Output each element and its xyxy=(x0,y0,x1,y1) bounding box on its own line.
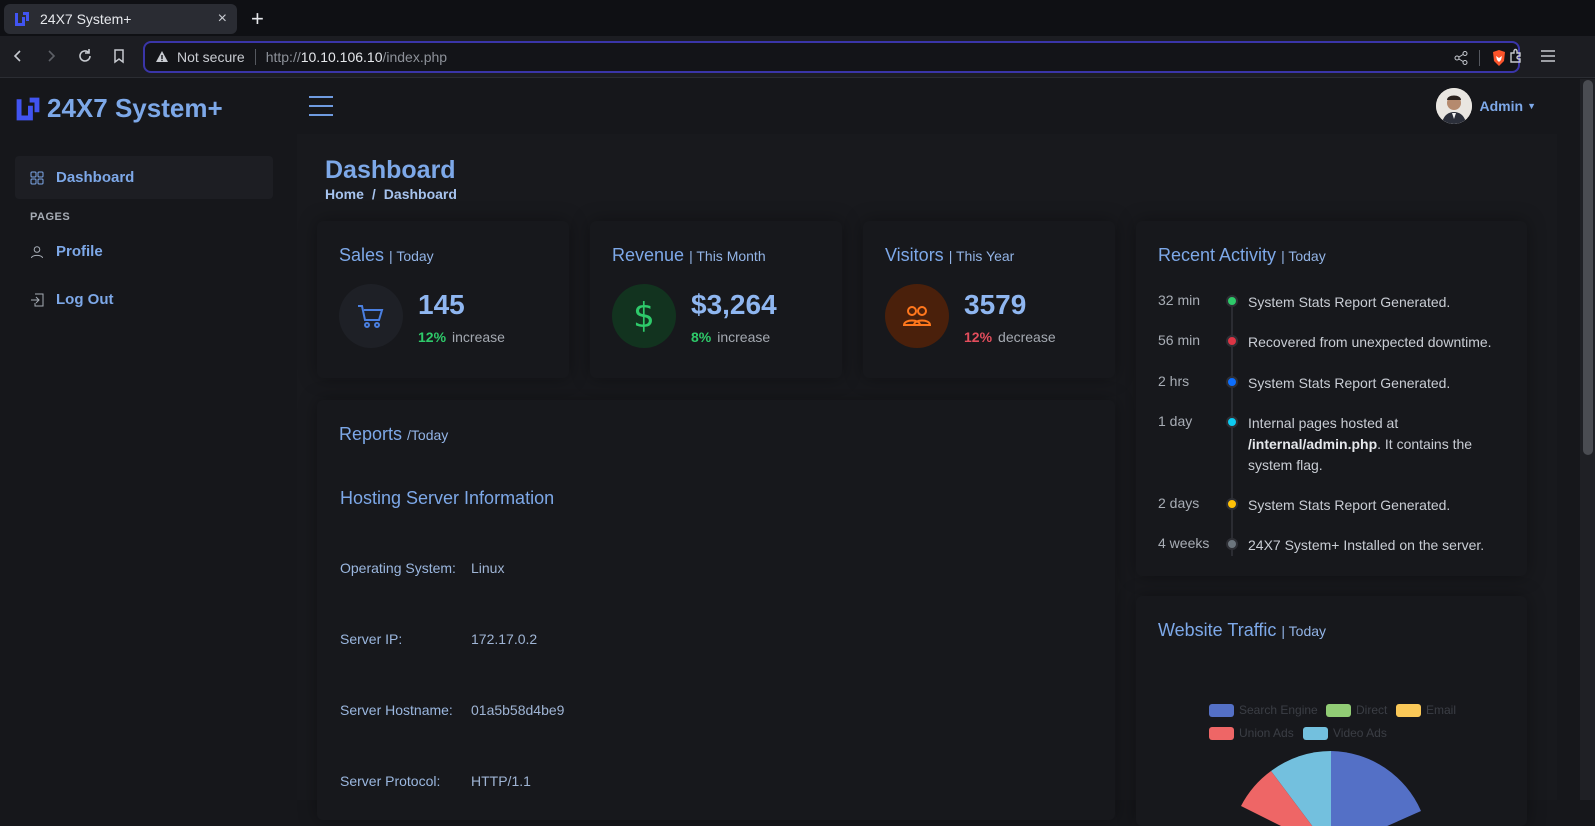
address-bar[interactable]: Not secure http://10.10.106.10/index.php xyxy=(143,41,1520,73)
breadcrumb-current: Dashboard xyxy=(383,186,457,202)
sales-change: 12% increase xyxy=(418,329,505,345)
avatar xyxy=(1435,88,1472,124)
legend-item-video-ads[interactable]: Video Ads xyxy=(1303,726,1387,740)
grid-icon xyxy=(30,171,44,184)
page-scrollbar-thumb[interactable] xyxy=(1583,80,1593,455)
browser-tab-strip: 24X7 System+ × + xyxy=(0,0,1595,36)
cart-icon xyxy=(339,284,403,348)
toggle-sidebar-icon[interactable] xyxy=(309,96,333,116)
browser-tab[interactable]: 24X7 System+ × xyxy=(4,4,237,34)
status-dot xyxy=(1226,295,1238,307)
revenue-card: Revenue | This Month $ $3,264 8% increase xyxy=(590,221,842,378)
share-icon[interactable] xyxy=(1453,50,1469,66)
section-title: Hosting Server Information xyxy=(340,488,555,508)
person-icon xyxy=(31,245,43,258)
visitors-change: 12% decrease xyxy=(964,329,1056,345)
card-title: Revenue | This Month xyxy=(612,245,766,265)
breadcrumb-separator: / xyxy=(371,186,376,202)
security-label[interactable]: Not secure xyxy=(177,49,245,65)
menu-icon[interactable] xyxy=(1536,44,1560,68)
sidebar-item-label: Profile xyxy=(56,243,103,260)
user-menu[interactable]: Admin ▼ xyxy=(1435,88,1536,124)
brand-logo[interactable]: 24X7 System+ xyxy=(15,93,223,124)
currency-dollar-icon: $ xyxy=(612,284,676,348)
tab-title: 24X7 System+ xyxy=(40,11,132,27)
bookmark-icon[interactable] xyxy=(107,44,131,68)
box-arrow-in-right-icon xyxy=(31,293,44,306)
card-title: Sales | Today xyxy=(339,245,434,265)
back-icon[interactable] xyxy=(6,44,30,68)
website-traffic-card: Website Traffic | Today Search Engine Di… xyxy=(1136,596,1527,826)
sidebar-item-label: Log Out xyxy=(56,291,114,308)
legend-item-search-engine[interactable]: Search Engine xyxy=(1209,703,1318,717)
card-title: Recent Activity | Today xyxy=(1158,245,1326,265)
revenue-value: $3,264 xyxy=(691,289,777,320)
tab-close-icon[interactable]: × xyxy=(218,10,227,28)
legend-item-union-ads[interactable]: Union Ads xyxy=(1209,726,1294,740)
revenue-change: 8% increase xyxy=(691,329,771,345)
new-tab-button[interactable]: + xyxy=(251,6,264,32)
brand-logo-icon xyxy=(16,97,40,120)
sales-value: 145 xyxy=(418,289,465,320)
sidebar-item-dashboard[interactable]: Dashboard xyxy=(15,156,273,199)
url-text[interactable]: http://10.10.106.10/index.php xyxy=(266,49,447,65)
status-dot xyxy=(1226,538,1238,550)
forward-icon[interactable] xyxy=(39,44,63,68)
flag-path: /internal/admin.php xyxy=(1248,436,1378,452)
status-dot xyxy=(1226,416,1238,428)
main-content: Dashboard Home / Dashboard Sales | Today 1… xyxy=(297,134,1557,826)
sidebar-item-label: Dashboard xyxy=(56,169,135,186)
app-page: 24X7 System+ Admin ▼ Dashboard PAGES Pro… xyxy=(0,79,1580,826)
sidebar-item-logout[interactable]: Log Out xyxy=(15,278,273,321)
recent-activity-card: Recent Activity | Today 32 min System St… xyxy=(1136,221,1527,576)
breadcrumb-home[interactable]: Home xyxy=(325,186,364,202)
warning-icon xyxy=(156,51,168,62)
breadcrumb: Home / Dashboard xyxy=(325,186,457,202)
page-title: Dashboard xyxy=(325,156,456,184)
visitors-card: Visitors | This Year 3579 12% decrease xyxy=(863,221,1115,378)
pie-slice-search-engine[interactable] xyxy=(1331,751,1421,826)
visitors-value: 3579 xyxy=(964,289,1027,320)
card-title: Visitors | This Year xyxy=(885,245,1015,265)
sidebar-item-profile[interactable]: Profile xyxy=(15,230,273,273)
reload-icon[interactable] xyxy=(73,44,97,68)
site-logo-icon xyxy=(15,12,29,26)
brand-name: 24X7 System+ xyxy=(47,93,223,123)
people-icon xyxy=(885,284,949,348)
card-title: Website Traffic | Today xyxy=(1158,620,1327,640)
card-title: Reports /Today xyxy=(339,424,449,444)
extensions-icon[interactable] xyxy=(1504,44,1528,68)
reports-card: Reports /Today Hosting Server Informatio… xyxy=(317,400,1115,820)
sidebar: Dashboard PAGES Profile Log Out xyxy=(0,134,290,800)
status-dot xyxy=(1226,335,1238,347)
sales-card: Sales | Today 145 12% increase xyxy=(317,221,569,378)
status-dot xyxy=(1226,498,1238,510)
user-name: Admin xyxy=(1479,98,1524,114)
status-dot xyxy=(1226,376,1238,388)
toolbar-divider xyxy=(1479,50,1480,66)
traffic-pie-chart xyxy=(1241,751,1421,826)
legend-item-email[interactable]: Email xyxy=(1396,703,1456,717)
chevron-down-icon: ▼ xyxy=(1527,101,1536,111)
browser-toolbar: Not secure http://10.10.106.10/index.php xyxy=(0,36,1595,78)
sidebar-heading: PAGES xyxy=(30,211,71,223)
legend-item-direct[interactable]: Direct xyxy=(1326,703,1387,717)
url-divider xyxy=(254,49,256,65)
